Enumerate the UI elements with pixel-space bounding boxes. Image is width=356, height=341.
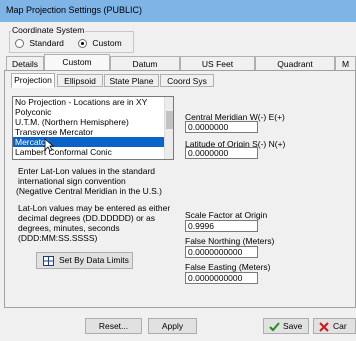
help-line-5: decimal degrees (DD.DDDDD) or as bbox=[18, 213, 155, 223]
set-by-data-limits-label: Set By Data Limits bbox=[59, 255, 129, 265]
latitude-origin-input[interactable]: 0.0000000 bbox=[185, 147, 258, 159]
subtab-ellipsoid[interactable]: Ellipsoid bbox=[57, 74, 103, 87]
central-meridian-input[interactable]: 0.0000000 bbox=[185, 121, 258, 133]
radio-standard-label: Standard bbox=[29, 38, 64, 48]
help-line-1: Enter Lat-Lon values in the standard bbox=[18, 166, 156, 176]
tab-custom[interactable]: Custom bbox=[44, 54, 110, 70]
list-scrollbar[interactable] bbox=[164, 97, 173, 159]
list-item-mercator[interactable]: Mercator bbox=[13, 137, 173, 147]
apply-button[interactable]: Apply bbox=[148, 318, 197, 334]
grid-icon bbox=[43, 256, 54, 266]
radio-standard-circle[interactable] bbox=[15, 39, 24, 49]
scale-factor-label: Scale Factor at Origin bbox=[185, 210, 268, 220]
subtab-projection[interactable]: Projection bbox=[11, 73, 55, 88]
tab-details[interactable]: Details bbox=[6, 56, 44, 70]
list-item-polyconic[interactable]: Polyconic bbox=[13, 107, 173, 117]
false-easting-label: False Easting (Meters) bbox=[185, 262, 271, 272]
false-northing-label: False Northing (Meters) bbox=[185, 236, 275, 246]
reset-button[interactable]: Reset... bbox=[85, 318, 142, 334]
tab-us-feet[interactable]: US Feet bbox=[180, 56, 255, 70]
help-line-6: degrees, minutes, seconds bbox=[18, 223, 120, 233]
cancel-button[interactable]: Car bbox=[313, 318, 356, 334]
list-scrollbar-thumb[interactable] bbox=[166, 111, 173, 129]
radio-custom[interactable]: Custom bbox=[78, 38, 122, 49]
mouse-cursor-icon bbox=[44, 138, 54, 152]
help-line-7: (DDD:MM:SS.SSSS) bbox=[18, 233, 98, 243]
list-item-transverse-mercator[interactable]: Transverse Mercator bbox=[13, 127, 173, 137]
false-northing-input[interactable]: 0.0000000000 bbox=[185, 246, 258, 258]
list-item-utm[interactable]: U.T.M. (Northern Hemisphere) bbox=[13, 117, 173, 127]
cancel-label: Car bbox=[333, 321, 347, 331]
save-button[interactable]: Save bbox=[263, 318, 309, 334]
tab-quadrant[interactable]: Quadrant bbox=[255, 56, 335, 70]
radio-standard[interactable]: Standard bbox=[15, 38, 64, 49]
title-bar: Map Projection Settings (PUBLIC) bbox=[0, 0, 356, 22]
window-title: Map Projection Settings (PUBLIC) bbox=[6, 5, 143, 15]
tab-datum[interactable]: Datum bbox=[110, 56, 180, 70]
set-by-data-limits-button[interactable]: Set By Data Limits bbox=[36, 252, 133, 269]
tab-more[interactable]: M bbox=[335, 56, 356, 70]
list-item-no-projection[interactable]: No Projection - Locations are in XY bbox=[13, 97, 173, 107]
save-label: Save bbox=[283, 321, 303, 331]
false-easting-input[interactable]: 0.0000000000 bbox=[185, 272, 258, 284]
subtab-coord-sys[interactable]: Coord Sys bbox=[160, 74, 214, 87]
help-line-2: international sign convention bbox=[18, 176, 126, 186]
list-item-lambert[interactable]: Lambert Conformal Conic bbox=[13, 147, 173, 157]
help-line-4: Lat-Lon values may be entered as either bbox=[18, 203, 171, 213]
projection-listbox[interactable]: No Projection - Locations are in XY Poly… bbox=[12, 96, 174, 160]
radio-custom-label: Custom bbox=[92, 38, 122, 48]
radio-custom-circle[interactable] bbox=[78, 39, 87, 49]
close-icon bbox=[319, 322, 329, 332]
help-line-3: (Negative Central Meridian in the U.S.) bbox=[16, 186, 162, 196]
subtab-state-plane[interactable]: State Plane bbox=[104, 74, 159, 87]
scale-factor-input[interactable]: 0.9996 bbox=[185, 220, 258, 232]
check-icon bbox=[269, 322, 280, 332]
coordinate-system-label: Coordinate System bbox=[11, 25, 86, 35]
